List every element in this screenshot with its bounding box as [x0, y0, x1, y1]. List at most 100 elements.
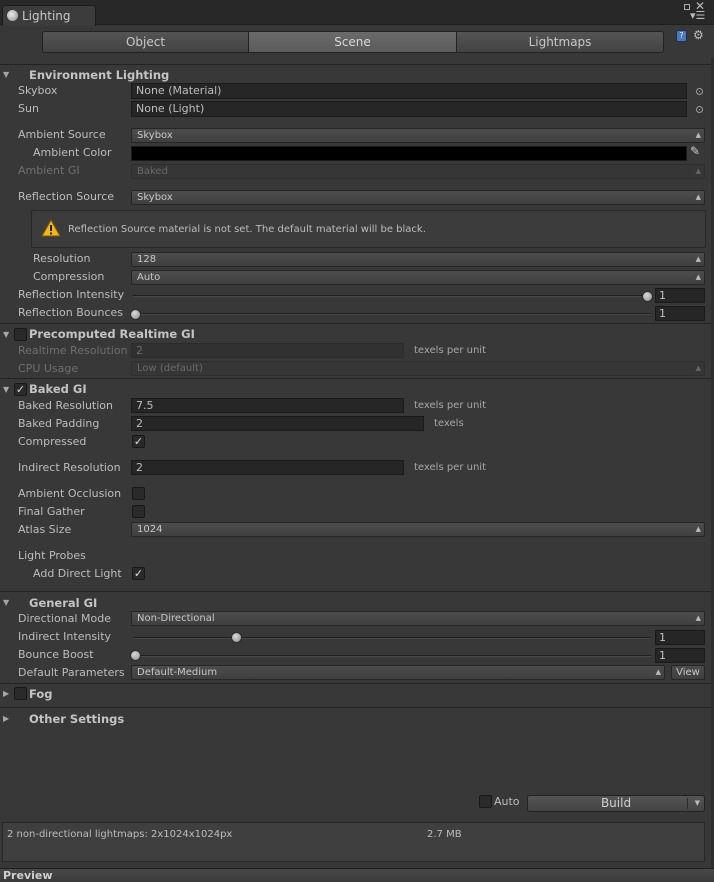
compression-label: Compression [33, 270, 105, 283]
ambient-occlusion-checkbox[interactable] [132, 487, 145, 500]
indirect-resolution-input[interactable]: 2 [131, 460, 404, 475]
foldout-arrow-icon[interactable]: ▼ [3, 69, 9, 81]
tab-scene[interactable]: Scene [249, 31, 457, 53]
atlas-size-dropdown[interactable]: 1024 ▲ [131, 522, 705, 537]
cpu-usage-value: Low (default) [137, 363, 203, 374]
indirect-intensity-slider[interactable] [133, 637, 651, 639]
baked-resolution-input[interactable]: 7.5 [131, 398, 404, 413]
build-button-label: Build [600, 796, 632, 810]
environment-lighting-title[interactable]: Environment Lighting [29, 68, 169, 82]
indirect-intensity-knob[interactable] [231, 632, 242, 643]
build-button[interactable]: Build ▼ [527, 795, 705, 812]
tab-lightmaps[interactable]: Lightmaps [457, 31, 664, 53]
resolution-dropdown[interactable]: 128 ▲ [131, 252, 705, 267]
baked-padding-unit: texels [434, 418, 464, 429]
directional-mode-value: Non-Directional [137, 613, 215, 624]
final-gather-checkbox[interactable] [132, 505, 145, 518]
bounce-boost-slider[interactable] [133, 655, 651, 657]
fog-checkbox[interactable] [14, 687, 27, 700]
tab-object[interactable]: Object [42, 31, 249, 53]
baked-gi-checkbox[interactable]: ✓ [14, 383, 27, 396]
ambient-occlusion-label: Ambient Occlusion [18, 487, 122, 500]
cpu-usage-dropdown[interactable]: Low (default) ▲ [131, 361, 705, 376]
reflection-source-value: Skybox [137, 192, 173, 203]
realtime-gi-title[interactable]: Precomputed Realtime GI [29, 327, 195, 341]
reflection-bounces-knob[interactable] [130, 309, 141, 320]
tab-scene-label: Scene [334, 35, 371, 49]
atlas-size-value: 1024 [137, 524, 163, 535]
mode-tabs: Object Scene Lightmaps [42, 31, 664, 53]
directional-mode-dropdown[interactable]: Non-Directional ▲ [131, 611, 705, 626]
indirect-resolution-label: Indirect Resolution [18, 461, 121, 474]
reflection-intensity-knob[interactable] [642, 291, 653, 302]
directional-mode-label: Directional Mode [18, 612, 111, 625]
baked-padding-input[interactable]: 2 [131, 416, 424, 431]
realtime-resolution-label: Realtime Resolution [18, 344, 128, 357]
baked-gi-title[interactable]: Baked GI [29, 382, 87, 396]
foldout-arrow-icon[interactable]: ▶ [3, 713, 9, 725]
ambient-color-label: Ambient Color [33, 146, 112, 159]
realtime-resolution-input[interactable]: 2 [131, 343, 404, 358]
other-settings-title[interactable]: Other Settings [29, 712, 124, 726]
compression-value: Auto [137, 272, 161, 283]
dropdown-arrow-icon: ▲ [695, 193, 701, 201]
context-menu-icon[interactable]: ▾☰ [690, 9, 705, 23]
default-parameters-dropdown[interactable]: Default-Medium ▲ [131, 665, 665, 680]
skybox-value: None (Material) [136, 84, 222, 97]
ambient-source-dropdown[interactable]: Skybox ▲ [131, 128, 705, 143]
general-gi-title[interactable]: General GI [29, 596, 97, 610]
foldout-arrow-icon[interactable]: ▼ [3, 597, 9, 609]
sun-field[interactable]: None (Light) [131, 101, 687, 117]
sun-label: Sun [18, 102, 39, 115]
add-direct-light-label: Add Direct Light [33, 567, 122, 580]
other-settings-section [0, 707, 711, 708]
object-picker-icon[interactable] [696, 106, 703, 113]
realtime-gi-section [0, 323, 711, 324]
light-probes-label: Light Probes [18, 549, 86, 562]
reflection-intensity-input[interactable]: 1 [655, 288, 705, 303]
resolution-value: 128 [137, 254, 157, 265]
auto-checkbox[interactable] [479, 795, 492, 808]
dropdown-arrow-icon: ▲ [695, 255, 701, 263]
eyedropper-icon[interactable]: ✎ [690, 144, 700, 158]
reflection-intensity-slider[interactable] [133, 295, 651, 297]
tab-object-label: Object [125, 35, 166, 49]
compression-dropdown[interactable]: Auto ▲ [131, 270, 705, 285]
baked-resolution-unit: texels per unit [414, 400, 486, 411]
reflection-bounces-input[interactable]: 1 [655, 306, 705, 321]
dropdown-arrow-icon[interactable]: ▼ [695, 796, 700, 811]
fog-title[interactable]: Fog [29, 687, 53, 701]
help-book-icon[interactable]: ? [676, 30, 687, 42]
foldout-arrow-icon[interactable]: ▼ [3, 329, 9, 341]
ambient-gi-dropdown[interactable]: Baked ▲ [131, 164, 705, 179]
add-direct-light-checkbox[interactable]: ✓ [132, 567, 145, 580]
preview-bar[interactable]: Preview [0, 868, 714, 882]
compressed-label: Compressed [18, 435, 87, 448]
object-picker-icon[interactable] [696, 88, 703, 95]
cpu-usage-label: CPU Usage [18, 362, 79, 375]
atlas-size-label: Atlas Size [18, 523, 72, 536]
skybox-label: Skybox [18, 84, 58, 97]
foldout-arrow-icon[interactable]: ▶ [3, 688, 9, 700]
indirect-intensity-label: Indirect Intensity [18, 630, 112, 643]
view-button[interactable]: View [671, 665, 705, 680]
warning-icon [41, 219, 61, 237]
ambient-color-swatch[interactable] [131, 146, 687, 161]
bounce-boost-label: Bounce Boost [18, 648, 94, 661]
auto-label: Auto [494, 795, 520, 808]
gear-icon[interactable]: ⚙ [693, 28, 704, 42]
indirect-intensity-input[interactable]: 1 [655, 630, 705, 645]
bounce-boost-input[interactable]: 1 [655, 648, 705, 663]
lightmaps-size: 2.7 MB [427, 829, 462, 840]
view-button-label: View [676, 667, 700, 678]
reflection-source-dropdown[interactable]: Skybox ▲ [131, 190, 705, 205]
realtime-gi-checkbox[interactable] [14, 328, 27, 341]
foldout-arrow-icon[interactable]: ▼ [3, 384, 9, 396]
compressed-checkbox[interactable]: ✓ [132, 435, 145, 448]
reflection-bounces-value: 1 [659, 307, 666, 320]
skybox-field[interactable]: None (Material) [131, 83, 687, 99]
window-tab-strip [0, 0, 714, 25]
window-tab-lighting[interactable]: Lighting [2, 5, 96, 26]
reflection-bounces-slider[interactable] [133, 313, 651, 315]
bounce-boost-knob[interactable] [130, 650, 141, 661]
